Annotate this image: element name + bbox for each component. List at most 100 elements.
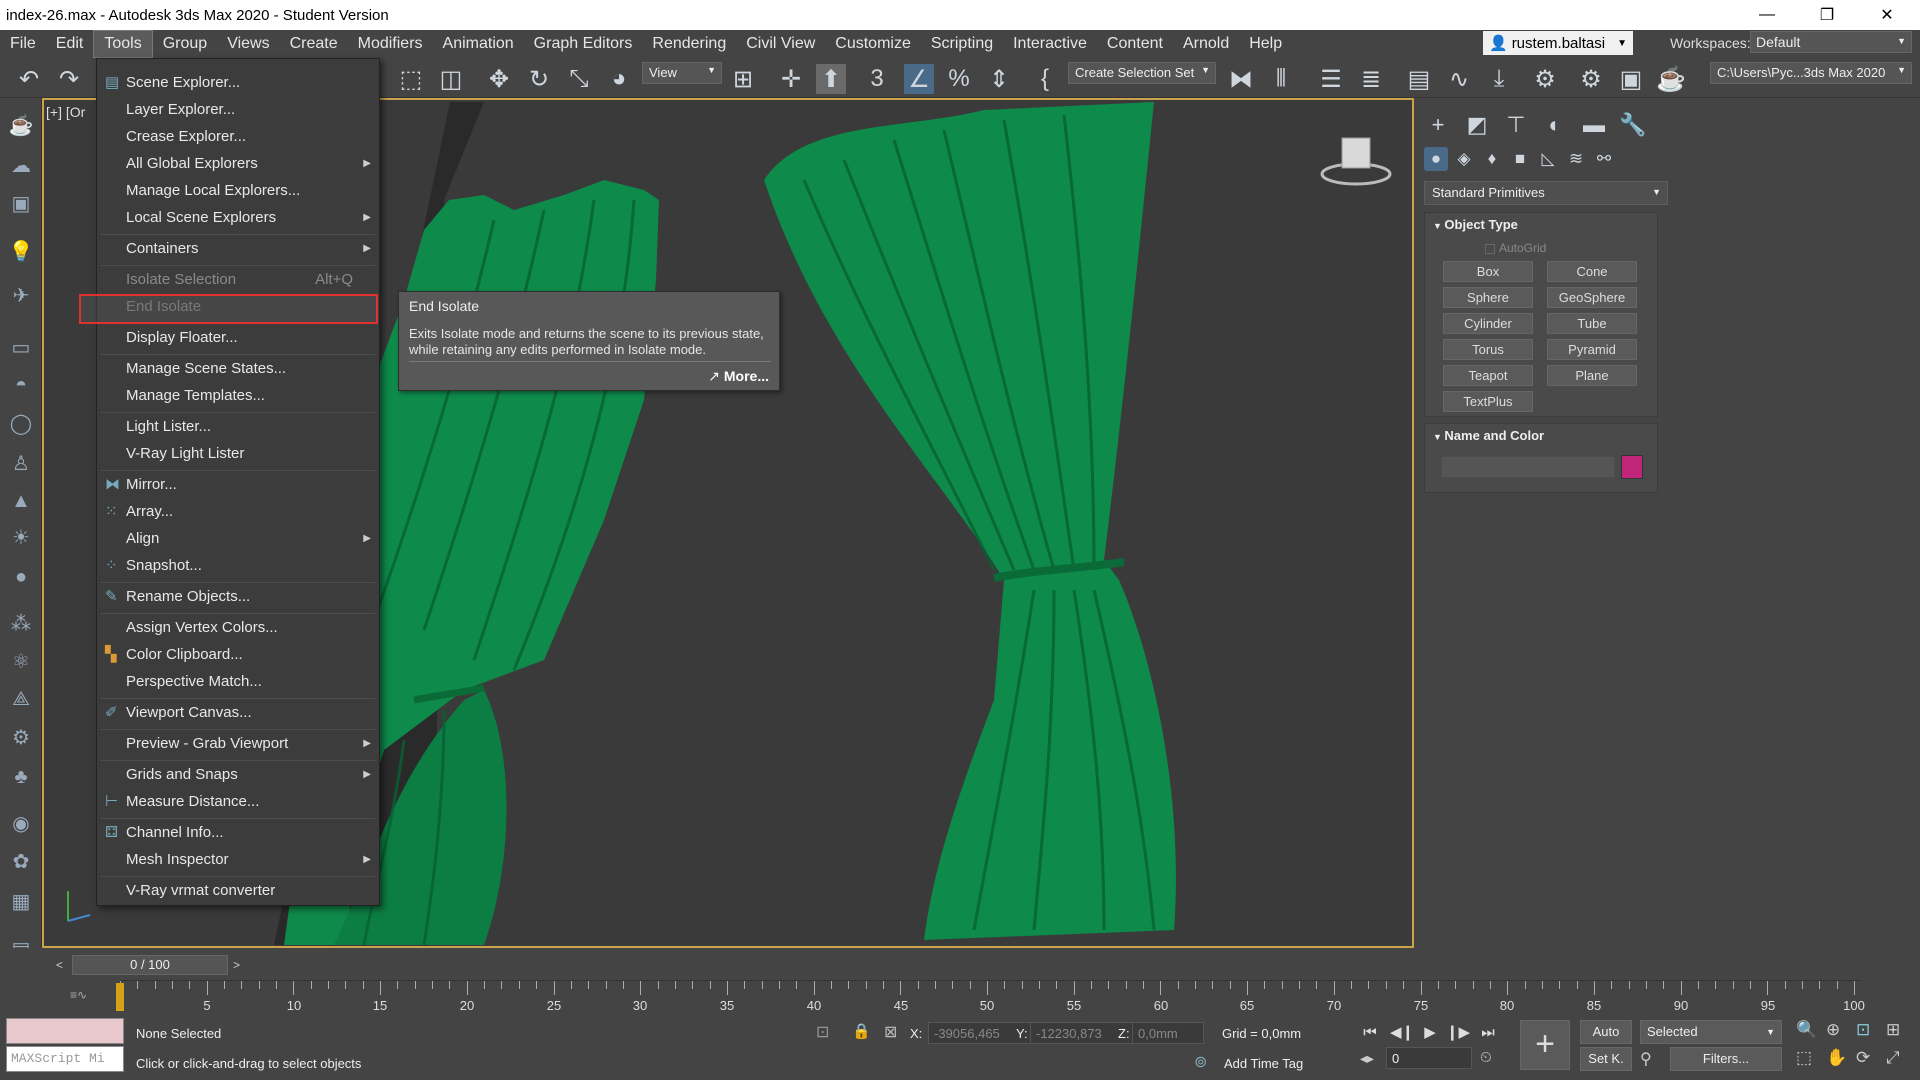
ribbon-icon[interactable]: ▤ — [1404, 64, 1434, 94]
menu-interactive[interactable]: Interactive — [1003, 30, 1097, 58]
space-warps-icon[interactable]: ≋ — [1564, 147, 1588, 171]
menu-scripting[interactable]: Scripting — [921, 30, 1003, 58]
project-path-dropdown[interactable]: C:\Users\Pyc...3ds Max 2020 ▼ — [1710, 62, 1912, 84]
display-tab-icon[interactable]: ▬ — [1579, 110, 1609, 140]
time-configuration-icon[interactable]: ⏲ — [1480, 1049, 1492, 1066]
align-icon[interactable]: ⫴ — [1266, 64, 1296, 94]
dome-icon[interactable]: ◓ — [6, 370, 36, 400]
menu-graph-editors[interactable]: Graph Editors — [524, 30, 643, 58]
spinner-snap-icon[interactable]: ⇕ — [984, 64, 1014, 94]
plane-object-icon[interactable]: ▭ — [6, 332, 36, 362]
select-manipulate-icon[interactable]: ✛ — [776, 64, 806, 94]
cloud-icon[interactable]: ☁ — [6, 150, 36, 180]
autogrid-checkbox[interactable]: AutoGrid — [1485, 241, 1546, 255]
zoom-all-icon[interactable]: ⊕ — [1826, 1020, 1840, 1040]
geometry-icon[interactable]: ● — [1424, 147, 1448, 171]
menu-item-viewport-canvas[interactable]: ✐ Viewport Canvas... — [97, 699, 379, 726]
sun-icon[interactable]: ☀ — [6, 522, 36, 552]
previous-frame-icon[interactable]: ◀❙ — [1390, 1020, 1414, 1044]
menu-item-channel-info[interactable]: ⚃ Channel Info... — [97, 819, 379, 846]
undo-icon[interactable]: ↶ — [14, 64, 44, 94]
camera-rig-icon[interactable]: ✈ — [6, 280, 36, 310]
modify-tab-icon[interactable]: ◩ — [1462, 110, 1492, 140]
menu-edit[interactable]: Edit — [46, 30, 94, 58]
menu-group[interactable]: Group — [153, 30, 217, 58]
menu-views[interactable]: Views — [217, 30, 279, 58]
layer-explorer-icon[interactable]: ☰ — [1316, 64, 1346, 94]
isolate-toggle-icon[interactable]: ⊡ — [816, 1022, 829, 1042]
scene-layers-icon[interactable]: ≣ — [1356, 64, 1386, 94]
window-crossing-icon[interactable]: ◫ — [436, 64, 466, 94]
menu-item-preview-grab-viewport[interactable]: Preview - Grab Viewport ▶ — [97, 730, 379, 757]
helpers-icon[interactable]: ◺ — [1536, 147, 1560, 171]
teapot-icon[interactable]: ☕ — [6, 110, 36, 140]
grass-icon[interactable]: ♣ — [6, 762, 36, 792]
systems-icon[interactable]: ⚯ — [1592, 147, 1616, 171]
molecule-icon[interactable]: ⚛ — [6, 646, 36, 676]
image-icon[interactable]: ▣ — [6, 188, 36, 218]
select-region-icon[interactable]: ⬚ — [396, 64, 426, 94]
scale-icon[interactable]: ⤡ — [564, 64, 594, 94]
menu-item-display-floater[interactable]: Display Floater... — [97, 324, 379, 351]
menu-item-light-lister[interactable]: Light Lister... — [97, 413, 379, 440]
absolute-mode-icon[interactable]: ⊠ — [884, 1022, 897, 1042]
tube-button[interactable]: Tube — [1547, 313, 1637, 334]
menu-item-isolate-selection[interactable]: Isolate Selection Alt+Q — [97, 266, 379, 293]
menu-modifiers[interactable]: Modifiers — [348, 30, 433, 58]
menu-rendering[interactable]: Rendering — [642, 30, 736, 58]
add-time-tag[interactable]: Add Time Tag — [1224, 1056, 1303, 1071]
maximize-viewport-icon[interactable]: ⤢ — [1886, 1048, 1900, 1068]
particles-icon[interactable]: ⁂ — [6, 608, 36, 638]
reference-coordinate-dropdown[interactable]: View ▼ — [642, 62, 722, 84]
geosphere-button[interactable]: GeoSphere — [1547, 287, 1637, 308]
key-mode-toggle-icon[interactable]: ◂▸ — [1360, 1050, 1374, 1067]
basket-icon[interactable]: ♙ — [6, 448, 36, 478]
current-frame-marker[interactable] — [116, 983, 124, 1011]
set-key-button[interactable]: Set K. — [1580, 1047, 1632, 1071]
lock-icon[interactable]: 🔒 — [852, 1022, 871, 1040]
pyramid-icon[interactable]: ⟁ — [6, 684, 36, 714]
pan-icon[interactable]: ✋ — [1826, 1048, 1847, 1068]
curve-editor-icon[interactable]: ∿ — [1444, 64, 1474, 94]
cone-button[interactable]: Cone — [1547, 261, 1637, 282]
pivot-icon[interactable]: ⊞ — [728, 64, 758, 94]
key-filter-selection-dropdown[interactable]: Selected ▼ — [1640, 1020, 1782, 1044]
snaps-toggle-icon[interactable]: 3 — [862, 64, 892, 94]
field-of-view-icon[interactable]: ⬚ — [1796, 1048, 1812, 1068]
menu-item-all-global-explorers[interactable]: All Global Explorers ▶ — [97, 150, 379, 177]
menu-item-containers[interactable]: Containers ▶ — [97, 235, 379, 262]
dope-sheet-icon[interactable]: ⤓ — [1484, 64, 1514, 94]
timeline-ruler[interactable]: 5 10 15 20 25 30 35 40 45 50 55 60 65 70… — [116, 980, 1865, 1013]
menu-arnold[interactable]: Arnold — [1173, 30, 1239, 58]
menu-file[interactable]: File — [0, 30, 46, 58]
menu-item-local-scene-explorers[interactable]: Local Scene Explorers ▶ — [97, 204, 379, 231]
menu-item-scene-explorer[interactable]: ▤ Scene Explorer... — [97, 69, 379, 96]
menu-item-grids-and-snaps[interactable]: Grids and Snaps ▶ — [97, 761, 379, 788]
schematic-view-icon[interactable]: ⚙ — [1530, 64, 1560, 94]
cone-icon[interactable]: ▲ — [6, 486, 36, 516]
palette-icon[interactable]: ✿ — [6, 846, 36, 876]
minimize-button[interactable]: — — [1738, 0, 1796, 30]
time-slider-prev-icon[interactable]: < — [56, 958, 63, 972]
menu-item-vray-light-lister[interactable]: V-Ray Light Lister — [97, 440, 379, 467]
zoom-extents-icon[interactable]: ⊡ — [1856, 1020, 1870, 1040]
textplus-button[interactable]: TextPlus — [1443, 391, 1533, 412]
next-frame-icon[interactable]: ❙▶ — [1446, 1020, 1470, 1044]
menu-content[interactable]: Content — [1097, 30, 1173, 58]
menu-item-array[interactable]: ⁙ Array... — [97, 498, 379, 525]
menu-create[interactable]: Create — [280, 30, 348, 58]
viewcube-icon[interactable] — [1320, 136, 1392, 188]
sphere-button[interactable]: Sphere — [1443, 287, 1533, 308]
rotate-icon[interactable]: ↻ — [524, 64, 554, 94]
time-tag-icon[interactable]: ⊚ — [1194, 1052, 1207, 1072]
angle-snap-icon[interactable]: ∠ — [904, 64, 934, 94]
maxscript-mini-listener[interactable]: MAXScript Mi — [6, 1046, 124, 1072]
menu-item-align[interactable]: Align ▶ — [97, 525, 379, 552]
percent-snap-icon[interactable]: % — [944, 64, 974, 94]
light-icon[interactable]: 💡 — [6, 236, 36, 266]
pyramid-button[interactable]: Pyramid — [1547, 339, 1637, 360]
menu-item-snapshot[interactable]: ⁘ Snapshot... — [97, 552, 379, 579]
render-icon[interactable]: ▦ — [6, 886, 36, 916]
edit-named-selection-icon[interactable]: { — [1030, 64, 1060, 94]
hierarchy-tab-icon[interactable]: ⊤ — [1501, 110, 1531, 140]
